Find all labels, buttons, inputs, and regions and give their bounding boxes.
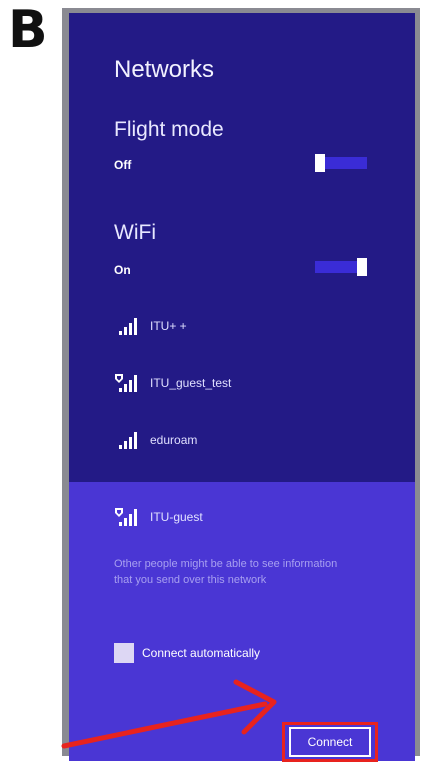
wifi-secured-signal-icon (114, 372, 144, 394)
flight-mode-toggle[interactable] (315, 154, 367, 172)
connect-button[interactable]: Connect (289, 727, 371, 757)
wifi-toggle[interactable] (315, 258, 367, 276)
checkbox-label: Connect automatically (142, 646, 261, 660)
panel-title: Networks (114, 56, 215, 83)
network-warning-text: Other people might be able to see inform… (114, 558, 338, 586)
network-item-eduroam[interactable]: eduroam (114, 427, 197, 453)
network-name: ITU+ + (150, 319, 187, 333)
network-item-itu-guest-test[interactable]: ITU_guest_test (114, 370, 231, 396)
network-item-itu[interactable]: ITU+ + (114, 313, 187, 339)
wifi-secured-signal-icon (114, 506, 144, 528)
wifi-signal-icon (114, 429, 144, 451)
toggle-thumb (315, 154, 325, 172)
network-name: ITU-guest (150, 510, 203, 524)
figure-label: B (8, 0, 48, 60)
toggle-thumb (357, 258, 367, 276)
wifi-signal-icon (114, 315, 144, 337)
flight-mode-state: Off (114, 158, 132, 172)
wifi-state: On (114, 263, 131, 277)
wifi-heading: WiFi (114, 221, 156, 244)
network-name: eduroam (150, 433, 198, 447)
flight-mode-heading: Flight mode (114, 118, 224, 141)
network-item-itu-guest[interactable]: ITU-guest (114, 504, 203, 530)
device-frame: Networks Flight mode Off WiFi On ITU+ + … (62, 8, 420, 762)
selected-network-panel: ITU-guest Other people might be able to … (69, 482, 415, 762)
network-name: ITU_guest_test (150, 376, 232, 390)
networks-charm-panel: Networks Flight mode Off WiFi On ITU+ + … (69, 13, 415, 762)
connect-automatically-checkbox[interactable]: Connect automatically (114, 643, 260, 663)
checkbox-box[interactable] (114, 643, 134, 663)
